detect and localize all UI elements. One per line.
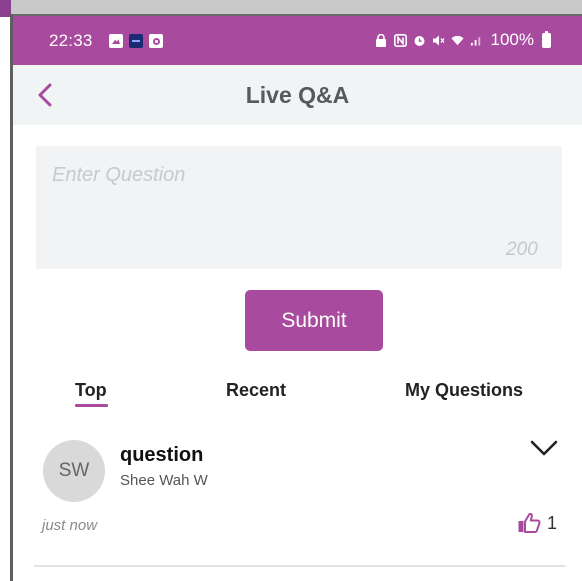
question-author: Shee Wah W [120, 472, 208, 489]
status-time: 22:33 [49, 31, 93, 50]
question-tabs: Top Recent My Questions [13, 374, 582, 414]
char-limit-counter: 200 [506, 239, 538, 260]
avatar: SW [43, 440, 105, 502]
question-item: SW question Shee Wah W just now 1 [13, 426, 582, 566]
wifi-icon [450, 34, 464, 47]
nfc-icon [393, 33, 407, 47]
status-bar: 22:33 100% [13, 16, 582, 65]
tab-recent[interactable]: Recent [226, 380, 286, 401]
phone-screen: 22:33 100% Live Q&A Enter Question 200 S… [13, 16, 582, 581]
system-status-icons: 100% [375, 30, 551, 50]
question-input[interactable] [36, 146, 562, 269]
app-header: Live Q&A [13, 65, 582, 125]
like-count: 1 [547, 512, 558, 533]
record-notification-icon [149, 34, 163, 48]
like-button[interactable]: 1 [517, 512, 557, 534]
expand-button[interactable] [527, 434, 561, 462]
lock-icon [375, 33, 388, 47]
app-notification-icon [129, 34, 143, 48]
alarm-icon [413, 34, 426, 47]
page-title: Live Q&A [245, 82, 350, 108]
active-tab-indicator [75, 404, 108, 407]
question-text: question [120, 444, 204, 466]
notification-icons [109, 34, 163, 48]
gallery-notification-icon [109, 34, 123, 48]
tab-my-questions[interactable]: My Questions [405, 380, 523, 401]
mute-icon [432, 34, 445, 47]
battery-icon [542, 30, 551, 48]
chevron-down-icon [530, 440, 558, 456]
question-timestamp: just now [42, 517, 98, 534]
battery-percent: 100% [490, 30, 534, 49]
thumbs-up-icon [518, 512, 541, 533]
submit-button[interactable]: Submit [245, 290, 383, 351]
tab-top[interactable]: Top [75, 380, 107, 401]
signal-icon [470, 34, 483, 47]
divider [34, 565, 565, 567]
